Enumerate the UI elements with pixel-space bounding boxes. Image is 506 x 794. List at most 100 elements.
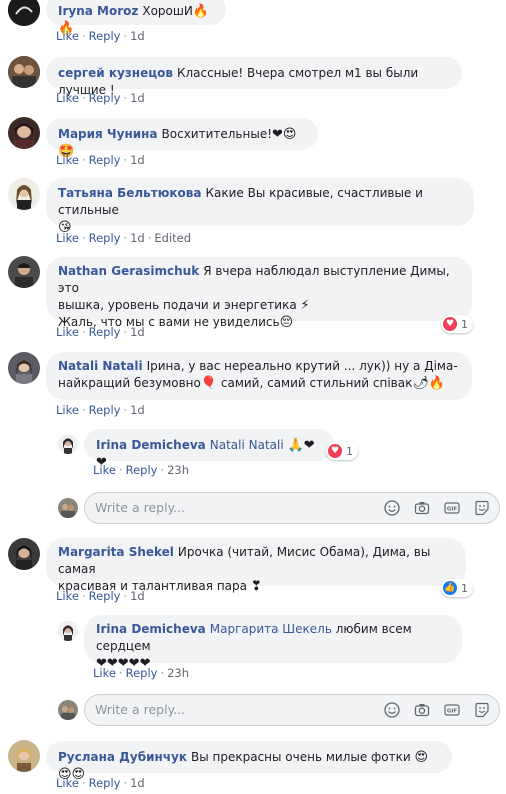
reply-link[interactable]: Reply [89,325,121,339]
emoji-icon[interactable] [383,701,401,719]
reply-link[interactable]: Reply [89,91,121,105]
reply-input[interactable]: Write a reply... GIF [84,694,500,726]
like-link[interactable]: Like [56,29,79,43]
camera-icon[interactable] [413,701,431,719]
comment-emoji: 🎈 [200,376,218,391]
like-link[interactable]: Like [56,776,79,790]
like-link[interactable]: Like [56,231,79,245]
reply-link[interactable]: Reply [126,666,158,680]
avatar[interactable] [58,621,78,641]
comment-bubble: Мария Чунина Восхитительные!❤😍🤩 [46,118,318,159]
avatar [58,498,78,518]
svg-text:GIF: GIF [447,709,458,715]
like-link[interactable]: Like [56,91,79,105]
heart-reaction-icon: ♥ [328,444,342,458]
comment-text-line2b: самий, самий стильний співак [217,376,413,390]
reply-actions: Like · Reply · 23h [93,463,190,477]
reply-actions: Like · Reply · 23h [93,666,190,680]
avatar [58,700,78,720]
reply-link[interactable]: Reply [89,589,121,603]
comment-bubble: Руслана Дубинчук Вы прекрасны очень милые… [46,741,452,782]
like-link[interactable]: Like [93,666,116,680]
comment-actions: Like · Reply · 1d [56,29,145,43]
comment-bubble: Margarita Shekel Ирочка (читай, Мисис Оба… [46,538,466,594]
comment-bubble: Natali Natali Ірина, у вас нереально крут… [46,352,472,400]
reaction-count[interactable]: 👍 1 [441,579,473,597]
avatar[interactable] [8,538,40,570]
like-link[interactable]: Like [56,403,79,417]
reply-input[interactable]: Write a reply... GIF [84,492,500,524]
comment-time[interactable]: 1d [130,403,145,417]
comment-time[interactable]: 1d [130,776,145,790]
reply-author[interactable]: Irina Demicheva [96,622,206,636]
like-link[interactable]: Like [56,589,79,603]
avatar[interactable] [8,352,40,384]
avatar[interactable] [8,117,40,149]
comment-author[interactable]: Natali Natali [58,359,143,373]
comment-author[interactable]: Margarita Shekel [58,545,174,559]
reaction-count[interactable]: ♥ 1 [441,315,473,333]
like-reaction-icon: 👍 [443,581,457,595]
comment-author[interactable]: Руслана Дубинчук [58,750,187,764]
reply-link[interactable]: Reply [126,463,158,477]
comment-time[interactable]: 1d [130,29,145,43]
avatar[interactable] [8,0,40,26]
reply-link[interactable]: Reply [89,776,121,790]
reply-link[interactable]: Reply [89,153,121,167]
reply-time[interactable]: 23h [167,463,189,477]
avatar[interactable] [58,434,78,454]
like-link[interactable]: Like [56,153,79,167]
comment-author[interactable]: сергей кузнецов [58,66,173,80]
edited-label[interactable]: Edited [154,231,191,245]
reply-time[interactable]: 23h [167,666,189,680]
comment-time[interactable]: 1d [130,325,145,339]
reply-bubble: Irina Demicheva Маргарита Шекель любим вс… [84,615,462,671]
reply-placeholder: Write a reply... [95,500,186,515]
reply-link[interactable]: Reply [89,29,121,43]
comment-text: Восхитительные! [161,127,273,141]
reply-bubble: Irina Demicheva Natali Natali 🙏❤❤ [84,429,334,470]
comment-actions: Like · Reply · 1d [56,91,145,105]
comment-text: Вы прекрасны очень милые фотки [190,750,411,764]
avatar[interactable] [8,56,40,88]
comment-author[interactable]: Iryna Moroz [58,4,138,18]
reply-link[interactable]: Reply [89,231,121,245]
reaction-number: 1 [461,317,468,331]
like-link[interactable]: Like [93,463,116,477]
comment-text-line2: вышка, уровень подачи и энергетика [58,298,297,312]
comment-author[interactable]: Nathan Gerasimchuk [58,264,199,278]
avatar[interactable] [8,178,40,210]
emoji-icon[interactable] [383,499,401,517]
comment-bubble: сергей кузнецов Классные! Вчера смотрел м… [46,57,462,97]
reply-link[interactable]: Reply [89,403,121,417]
camera-icon[interactable] [413,499,431,517]
like-link[interactable]: Like [56,325,79,339]
gif-icon[interactable]: GIF [443,499,461,517]
comment-emoji: ⚡ [300,298,310,313]
comment-actions: Like · Reply · 1d [56,589,145,603]
heart-reaction-icon: ♥ [443,317,457,331]
comment-time[interactable]: 1d [130,153,145,167]
comment-actions: Like · Reply · 1d [56,776,145,790]
reaction-number: 1 [461,581,468,595]
comment-time[interactable]: 1d [130,91,145,105]
comment-actions: Like · Reply · 1d [56,325,145,339]
reply-mention[interactable]: Маргарита Шекель [210,622,332,636]
comment-time[interactable]: 1d [130,589,145,603]
comment-emoji: ❣ [250,579,262,594]
reply-mention[interactable]: Natali Natali [210,438,284,452]
reply-author[interactable]: Irina Demicheva [96,438,206,452]
comment-author[interactable]: Татьяна Бельтюкова [58,186,201,200]
comment-author[interactable]: Мария Чунина [58,127,158,141]
avatar[interactable] [8,740,40,772]
reaction-count[interactable]: ♥ 1 [326,442,358,460]
avatar[interactable] [8,256,40,288]
sticker-icon[interactable] [473,701,491,719]
comment-time[interactable]: 1d [130,231,145,245]
comment-emoji: 🌶🔥 [412,376,446,391]
sticker-icon[interactable] [473,499,491,517]
gif-icon[interactable]: GIF [443,701,461,719]
reaction-number: 1 [346,444,353,458]
comment-text-line2: найкращий безумовно [58,376,201,390]
comment-bubble: Iryna Moroz ХорошИ🔥🔥 [46,0,226,36]
